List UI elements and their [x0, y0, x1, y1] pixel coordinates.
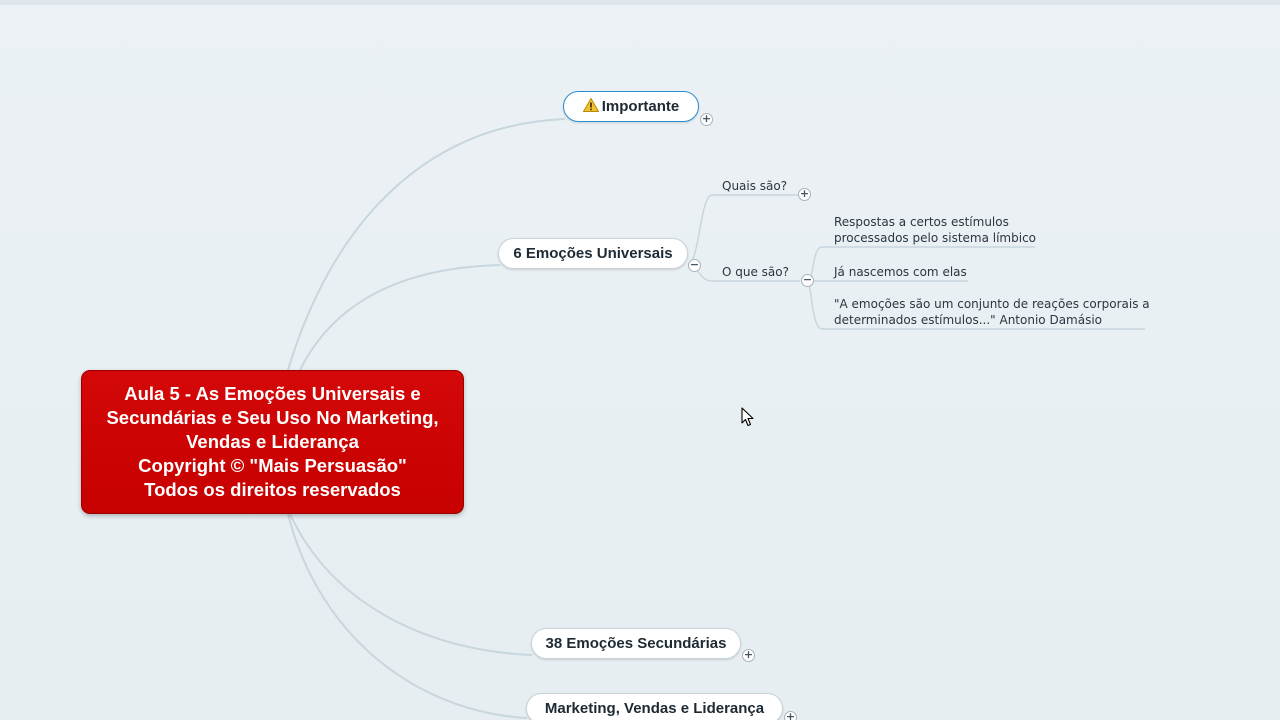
- topic-emocoes-universais[interactable]: 6 Emoções Universais: [498, 238, 688, 269]
- expand-marketing-button[interactable]: +: [784, 711, 797, 720]
- collapse-emocoes-universais-button[interactable]: −: [688, 259, 701, 272]
- central-topic-line-2: Secundárias e Seu Uso No Marketing,: [106, 407, 439, 428]
- collapse-o-que-sao-button[interactable]: −: [801, 274, 814, 287]
- subtopic-o-que-sao[interactable]: O que são?: [722, 264, 789, 280]
- topic-importante[interactable]: Importante: [563, 91, 699, 122]
- detail-damasio[interactable]: "A emoções são um conjunto de reações co…: [834, 296, 1150, 328]
- topic-importante-label: Importante: [601, 98, 680, 115]
- topic-marketing-label: Marketing, Vendas e Liderança: [544, 700, 765, 717]
- detail-ja-nascemos[interactable]: Já nascemos com elas: [834, 264, 967, 280]
- warning-icon: [582, 97, 599, 112]
- expand-importante-button[interactable]: +: [700, 113, 713, 126]
- central-topic-line-4: Copyright © "Mais Persuasão": [138, 455, 407, 476]
- detail-respostas-line-1: Respostas a certos estímulos: [834, 215, 1009, 229]
- topic-emocoes-secundarias[interactable]: 38 Emoções Secundárias: [531, 628, 741, 659]
- central-topic-line-1: Aula 5 - As Emoções Universais e: [124, 383, 421, 404]
- central-topic-line-5: Todos os direitos reservados: [144, 479, 401, 500]
- mindmap-canvas[interactable]: Aula 5 - As Emoções Universais e Secundá…: [0, 0, 1280, 720]
- mouse-pointer-icon: [741, 407, 754, 427]
- detail-damasio-line-1: "A emoções são um conjunto de reações co…: [834, 297, 1150, 311]
- expand-emocoes-secundarias-button[interactable]: +: [742, 649, 755, 662]
- connector-quais: [687, 194, 798, 266]
- subtopic-quais-sao[interactable]: Quais são?: [722, 178, 787, 194]
- expand-quais-sao-button[interactable]: +: [798, 188, 811, 201]
- connector-marketing: [287, 513, 528, 719]
- connector-secundarias: [289, 513, 533, 656]
- topic-emocoes-universais-label: 6 Emoções Universais: [513, 245, 673, 262]
- central-topic-line-3: Vendas e Liderança: [186, 431, 359, 452]
- topic-emocoes-secundarias-label: 38 Emoções Secundárias: [545, 635, 727, 652]
- central-topic[interactable]: Aula 5 - As Emoções Universais e Secundá…: [81, 370, 464, 514]
- topic-marketing[interactable]: Marketing, Vendas e Liderança: [526, 693, 783, 720]
- detail-respostas-line-2: processados pelo sistema límbico: [834, 231, 1037, 245]
- connector-universais: [299, 264, 501, 371]
- detail-damasio-line-2: determinados estímulos..." Antonio Damás…: [834, 313, 1103, 327]
- detail-respostas[interactable]: Respostas a certos estímulos processados…: [834, 214, 1036, 246]
